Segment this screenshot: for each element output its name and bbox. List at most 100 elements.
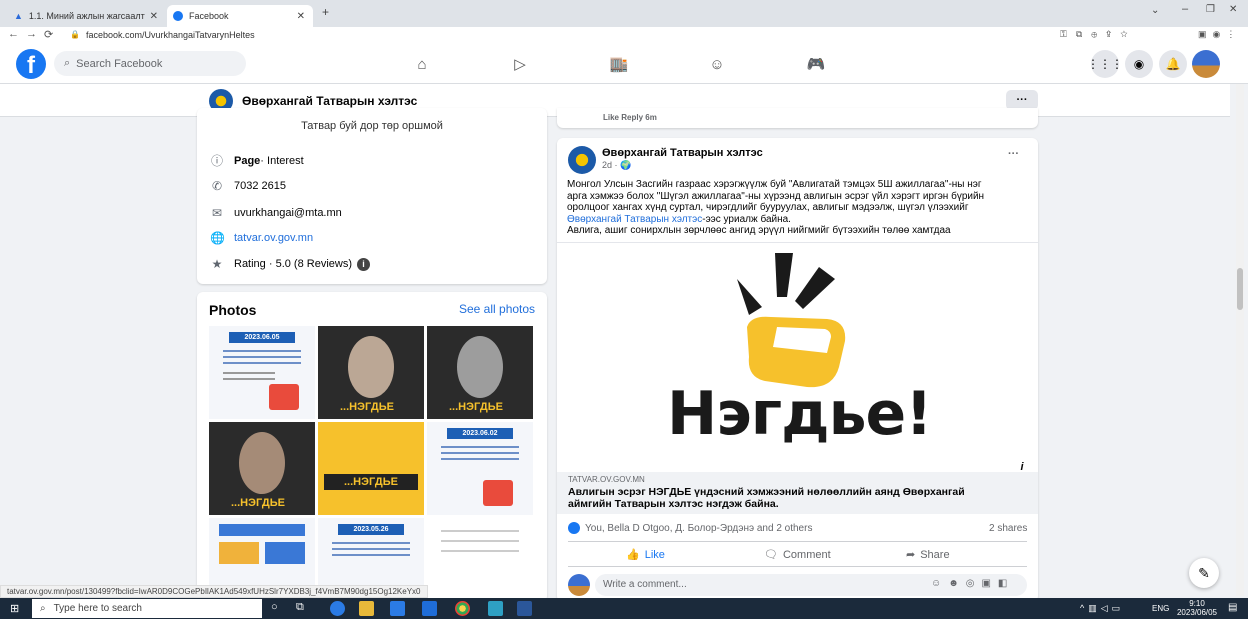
edge-browser-icon[interactable] (330, 601, 345, 616)
rating-info-icon[interactable]: i (357, 257, 370, 271)
star-icon: ★ (211, 257, 223, 271)
groups-icon[interactable]: ☺ (706, 53, 728, 75)
comment-actions[interactable]: Like Reply 6m (603, 113, 657, 122)
address-bar-url[interactable]: facebook.com/UvurkhangaiTatvarynHeltes (86, 30, 255, 40)
taskbar-search-placeholder: Type here to search (53, 603, 142, 614)
messenger-icon[interactable]: ◉ (1125, 50, 1153, 78)
cortana-icon[interactable]: ○ (271, 601, 278, 613)
email-address[interactable]: uvurkhangai@mta.mn (234, 207, 342, 219)
windows-taskbar: ⊞ ⌕ Type here to search ○ ⧉ ^▥◁▭ ENG 9:1… (0, 598, 1248, 619)
see-all-photos-link[interactable]: See all photos (459, 302, 535, 316)
tab-search-chevron-icon[interactable]: ⌄ (1151, 5, 1159, 16)
browser-profile-menu-icons[interactable]: ▣◉⋮ (1198, 29, 1241, 40)
browser-tab-tasklist[interactable]: ▲ 1.1. Миний ажлын жагсаалт ✕ (8, 5, 166, 27)
commenter-avatar (568, 574, 590, 596)
category-row: ⓘ Page · Interest (210, 152, 304, 169)
new-tab-button[interactable]: + (322, 5, 329, 19)
clock-time: 9:10 (1189, 599, 1205, 608)
page-scrollbar[interactable] (1236, 84, 1244, 596)
photo-thumbnail[interactable]: ...НЭГДЬЕ (318, 326, 424, 419)
write-comment-input[interactable]: Write a comment... ☺☻◎▣◧ (595, 574, 1027, 596)
browser-extension-icons[interactable]: ⚿⧉⊕⇪☆ (1060, 29, 1137, 40)
like-button[interactable]: 👍 Like (626, 548, 665, 562)
reactions-summary[interactable]: You, Bella D Otgoo, Д. Болор-Эрдэнэ and … (568, 522, 812, 534)
account-avatar[interactable] (1192, 50, 1220, 78)
page-tagline: Татвар буй дор төр оршмой (301, 120, 443, 132)
reload-icon[interactable]: ⟳ (44, 28, 53, 41)
email-row: ✉ uvurkhangai@mta.mn (210, 206, 342, 220)
tab-label: 1.1. Миний ажлын жагсаалт (28, 11, 145, 21)
notification-center-icon[interactable]: ▤ (1228, 602, 1237, 613)
new-message-edit-icon[interactable]: ✎ (1189, 558, 1219, 588)
forward-arrow-icon[interactable]: → (26, 28, 37, 40)
photo-thumbnail[interactable]: ...НЭГДЬЕ (209, 422, 315, 515)
home-icon[interactable]: ⌂ (411, 53, 433, 75)
menu-grid-icon[interactable]: ⋮⋮⋮ (1087, 50, 1123, 78)
post-image[interactable]: Нэгдье! i (557, 242, 1038, 473)
link-preview[interactable]: TATVAR.OV.GOV.MN Авлигын эсрэг НЭГДЬЕ үн… (557, 472, 1038, 514)
post-author-name[interactable]: Өвөрхангай Татварын хэлтэс (602, 147, 763, 159)
close-window-button[interactable]: ✕ (1229, 4, 1237, 15)
minimize-window-button[interactable]: – (1182, 3, 1188, 15)
photo-date: 2023.05.26 (338, 524, 404, 535)
back-arrow-icon[interactable]: ← (8, 28, 19, 40)
taskbar-search-input[interactable]: ⌕ Type here to search (32, 599, 262, 618)
page-name[interactable]: Өвөрхангай Татварын хэлтэс (242, 94, 417, 108)
scrollbar-thumb[interactable] (1237, 268, 1243, 310)
more-options-button[interactable]: ··· (1006, 90, 1038, 110)
marketplace-icon[interactable]: 🏬 (608, 53, 630, 75)
watch-video-icon[interactable]: ▷ (509, 53, 531, 75)
task-view-icon[interactable]: ⧉ (296, 601, 304, 614)
browser-tab-facebook[interactable]: Facebook ✕ (167, 5, 313, 27)
divider (568, 566, 1027, 567)
photo-caption: ...НЭГДЬЕ (324, 474, 418, 490)
photos-card: Photos See all photos 2023.06.05 ...НЭГД… (197, 292, 547, 602)
website-link[interactable]: tatvar.ov.gov.mn (234, 232, 313, 244)
share-arrow-icon: ➦ (906, 549, 916, 561)
divider (568, 541, 1027, 542)
photo-caption: ...НЭГДЬЕ (449, 401, 503, 413)
image-info-icon[interactable]: i (1013, 458, 1031, 473)
like-reaction-icon (568, 522, 580, 534)
comment-button[interactable]: 🗨 Comment (764, 548, 831, 562)
photo-thumbnail[interactable]: 2023.06.02 (427, 422, 533, 515)
chrome-icon[interactable] (455, 601, 470, 616)
close-tab-icon[interactable]: ✕ (297, 11, 305, 22)
gaming-icon[interactable]: 🎮 (805, 53, 827, 75)
language-indicator[interactable]: ENG (1152, 604, 1169, 613)
app-icon[interactable] (488, 601, 503, 616)
photo-thumbnail[interactable]: ...НЭГДЬЕ (318, 422, 424, 515)
shares-count[interactable]: 2 shares (989, 523, 1027, 534)
website-row: 🌐 tatvar.ov.gov.mn (210, 231, 313, 245)
browser-toolbar: ← → ⟳ 🔒 facebook.com/UvurkhangaiTatvaryn… (0, 27, 1248, 46)
share-button[interactable]: ➦ Share (906, 548, 950, 562)
windows-start-icon[interactable]: ⊞ (10, 602, 19, 615)
link-title: Авлигын эсрэг НЭГДЬЕ үндэсний хэмжээний … (568, 486, 965, 510)
facebook-logo-icon[interactable]: f (16, 49, 46, 79)
search-facebook-input[interactable]: ⌕ Search Facebook (54, 51, 246, 76)
store-icon[interactable] (390, 601, 405, 616)
post-timestamp[interactable]: 2d · 🌍 (602, 160, 631, 171)
file-explorer-icon[interactable] (359, 601, 374, 616)
mail-icon[interactable] (422, 601, 437, 616)
photo-thumbnail[interactable]: ...НЭГДЬЕ (427, 326, 533, 419)
clock-date: 2023/06/05 (1176, 608, 1218, 617)
page-mention-link[interactable]: Өвөрхангай Татварын хэлтэс (567, 214, 702, 225)
comment-placeholder: Write a comment... (603, 579, 687, 590)
maximize-window-button[interactable]: ❐ (1206, 4, 1215, 15)
notifications-bell-icon[interactable]: 🔔 (1159, 50, 1187, 78)
system-tray-icons[interactable]: ^▥◁▭ (1080, 603, 1124, 614)
word-icon[interactable] (517, 601, 532, 616)
post-options-icon[interactable]: ··· (1008, 148, 1019, 160)
category-label: · Interest (260, 154, 304, 167)
whistle-icon (737, 253, 846, 388)
thumbs-up-icon: 👍 (626, 549, 640, 561)
category-type: Page (234, 154, 261, 167)
comment-emoji-icons[interactable]: ☺☻◎▣◧ (931, 578, 1014, 589)
photo-thumbnail[interactable]: 2023.06.05 (209, 326, 315, 419)
close-tab-icon[interactable]: ✕ (150, 11, 158, 22)
post-text-line: арга хэмжээ болох "Шүгэл ажиллагаа"-ны х… (567, 190, 985, 202)
photo-thumbnail[interactable] (427, 518, 533, 602)
post-author-avatar[interactable] (568, 146, 596, 174)
taskbar-clock[interactable]: 9:10 2023/06/05 (1172, 599, 1222, 617)
